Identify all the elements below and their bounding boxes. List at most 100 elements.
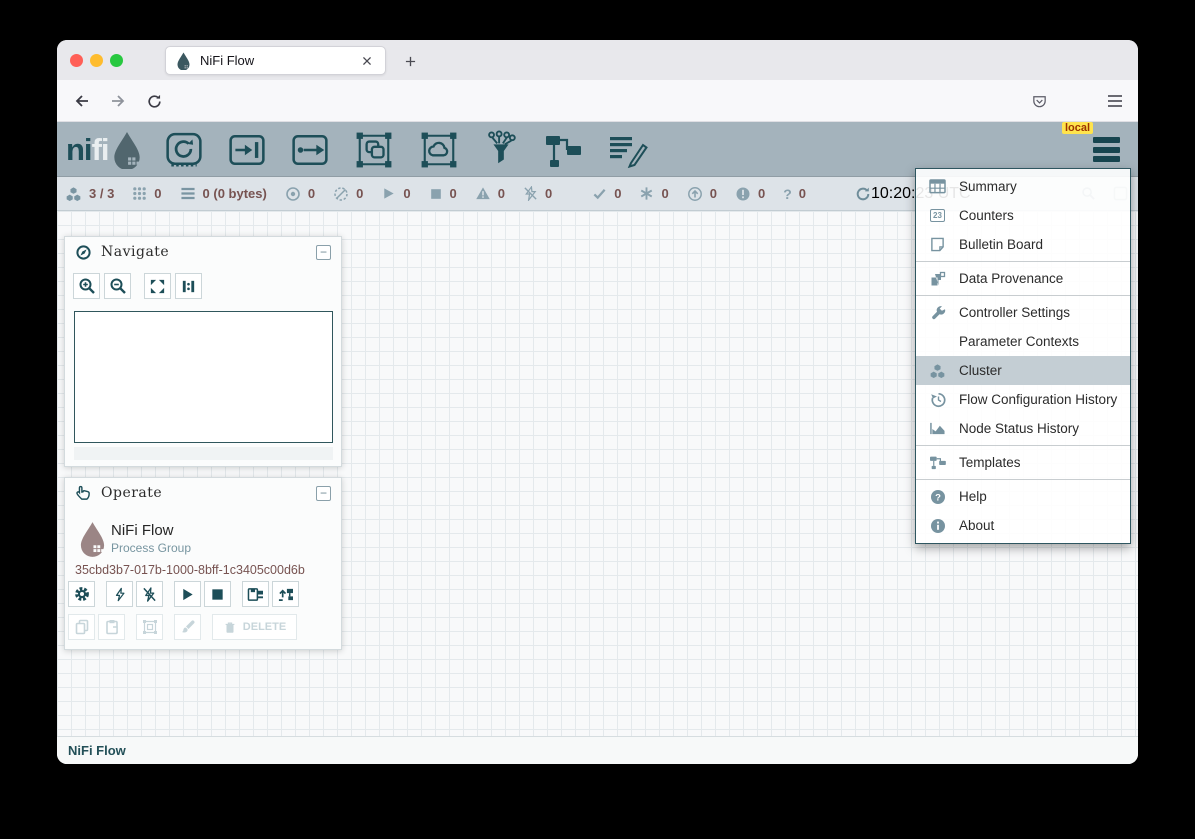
- browser-tab[interactable]: NiFi Flow: [165, 46, 386, 75]
- queued-icon: [180, 186, 196, 201]
- menu-separator: [916, 445, 1130, 446]
- status-stopped: 0: [429, 186, 457, 201]
- save-template-icon: [247, 587, 264, 602]
- copy-icon: [74, 619, 90, 635]
- forward-icon: [109, 92, 127, 110]
- process-group-draggable[interactable]: [354, 131, 394, 169]
- stop-button[interactable]: [204, 581, 231, 607]
- status-up-to-date: 0: [592, 186, 621, 201]
- group-button[interactable]: [136, 614, 163, 640]
- start-button[interactable]: [174, 581, 201, 607]
- menu-separator: [916, 295, 1130, 296]
- active-threads-icon: [132, 186, 147, 201]
- stop-icon: [210, 587, 225, 602]
- global-menu-button[interactable]: [1093, 137, 1120, 162]
- status-transmitting: 0: [285, 186, 315, 202]
- not-transmitting-icon: [333, 186, 349, 202]
- menu-item-counters[interactable]: 23 Counters: [916, 201, 1130, 230]
- minimize-window-button[interactable]: [90, 54, 103, 67]
- cluster-icon: [65, 186, 82, 202]
- zoom-actual-button[interactable]: [175, 273, 202, 299]
- data-provenance-icon: [930, 271, 946, 287]
- funnel-draggable[interactable]: [484, 130, 518, 170]
- navigate-tools: [73, 273, 341, 299]
- status-disabled: 0: [523, 186, 552, 201]
- pocket-button[interactable]: [1026, 88, 1052, 114]
- browser-menu-button[interactable]: [1102, 88, 1128, 114]
- svg-text:?: ?: [935, 492, 941, 503]
- breadcrumb[interactable]: NiFi Flow: [68, 743, 126, 758]
- new-tab-button[interactable]: [398, 49, 422, 73]
- reload-button[interactable]: [141, 88, 167, 114]
- menu-item-parameter-contexts[interactable]: Parameter Contexts: [916, 327, 1130, 356]
- navigate-title: Navigate: [101, 244, 316, 260]
- menu-item-help[interactable]: ? Help: [916, 482, 1130, 511]
- pocket-icon: [1031, 93, 1048, 110]
- status-cluster: 3 / 3: [65, 186, 114, 202]
- menu-item-about[interactable]: About: [916, 511, 1130, 540]
- processor-draggable[interactable]: [165, 131, 203, 169]
- configure-button[interactable]: [68, 581, 95, 607]
- paste-button[interactable]: [98, 614, 125, 640]
- play-icon: [180, 587, 195, 602]
- process-group-drop-icon: [78, 520, 107, 557]
- enable-button[interactable]: [106, 581, 133, 607]
- sync-failure-icon: ?: [783, 186, 792, 202]
- brush-icon: [180, 619, 196, 635]
- zoom-fit-button[interactable]: [144, 273, 171, 299]
- about-icon: [930, 518, 946, 534]
- transmitting-icon: [285, 186, 301, 202]
- nifi-logo-fi: fi: [92, 132, 109, 168]
- label-draggable[interactable]: [608, 131, 648, 169]
- selection-type: Process Group: [111, 541, 191, 555]
- status-stale: 0: [687, 186, 717, 202]
- disabled-icon: [523, 186, 538, 201]
- zoom-out-button[interactable]: [104, 273, 131, 299]
- extension-local-badge: local: [1062, 122, 1093, 134]
- menu-item-bulletin-board[interactable]: Bulletin Board: [916, 230, 1130, 259]
- input-port-draggable[interactable]: [228, 131, 266, 169]
- menu-item-summary[interactable]: Summary: [916, 172, 1130, 201]
- menu-item-templates[interactable]: Templates: [916, 448, 1130, 477]
- upload-template-button[interactable]: [272, 581, 299, 607]
- menu-item-data-provenance[interactable]: Data Provenance: [916, 264, 1130, 293]
- locally-modified-and-stale-icon: [735, 186, 751, 202]
- trash-icon: [223, 620, 237, 635]
- template-draggable[interactable]: [543, 132, 583, 168]
- save-template-button[interactable]: [242, 581, 269, 607]
- menu-item-flow-configuration-history[interactable]: Flow Configuration History: [916, 385, 1130, 414]
- navigate-header[interactable]: Navigate −: [65, 237, 341, 267]
- operate-secondary-row: DELETE: [68, 614, 297, 640]
- copy-button[interactable]: [68, 614, 95, 640]
- browser-navbar: 192.168.40.11:8080/nifi/ local: [57, 80, 1138, 122]
- back-button[interactable]: [69, 88, 95, 114]
- output-port-draggable[interactable]: [291, 131, 329, 169]
- menu-separator: [916, 261, 1130, 262]
- disable-button[interactable]: [136, 581, 163, 607]
- fit-icon: [149, 278, 166, 295]
- navigate-collapse-button[interactable]: −: [316, 245, 331, 260]
- plus-icon: [403, 54, 418, 69]
- menu-item-cluster[interactable]: Cluster: [916, 356, 1130, 385]
- browser-window: NiFi Flow 192.168.40.11:8080/nifi/ local: [57, 40, 1138, 764]
- delete-button[interactable]: DELETE: [212, 614, 297, 640]
- fill-color-button[interactable]: [174, 614, 201, 640]
- close-window-button[interactable]: [70, 54, 83, 67]
- tab-strip: NiFi Flow: [57, 40, 1138, 80]
- breadcrumb-bar: NiFi Flow: [57, 736, 1138, 764]
- menu-item-controller-settings[interactable]: Controller Settings: [916, 298, 1130, 327]
- menu-item-node-status-history[interactable]: Node Status History: [916, 414, 1130, 443]
- zoom-window-button[interactable]: [110, 54, 123, 67]
- close-tab-icon[interactable]: [359, 53, 375, 69]
- forward-button[interactable]: [105, 88, 131, 114]
- summary-icon: [929, 179, 946, 194]
- operate-header[interactable]: Operate −: [65, 478, 341, 508]
- operate-collapse-button[interactable]: −: [316, 486, 331, 501]
- invalid-icon: [475, 186, 491, 201]
- refresh-icon[interactable]: [855, 186, 871, 202]
- zoom-in-button[interactable]: [73, 273, 100, 299]
- bolt-slash-icon: [142, 587, 157, 602]
- nifi-logo-ni: ni: [66, 132, 92, 168]
- birdseye-minimap[interactable]: [74, 311, 333, 443]
- remote-process-group-draggable[interactable]: [419, 131, 459, 169]
